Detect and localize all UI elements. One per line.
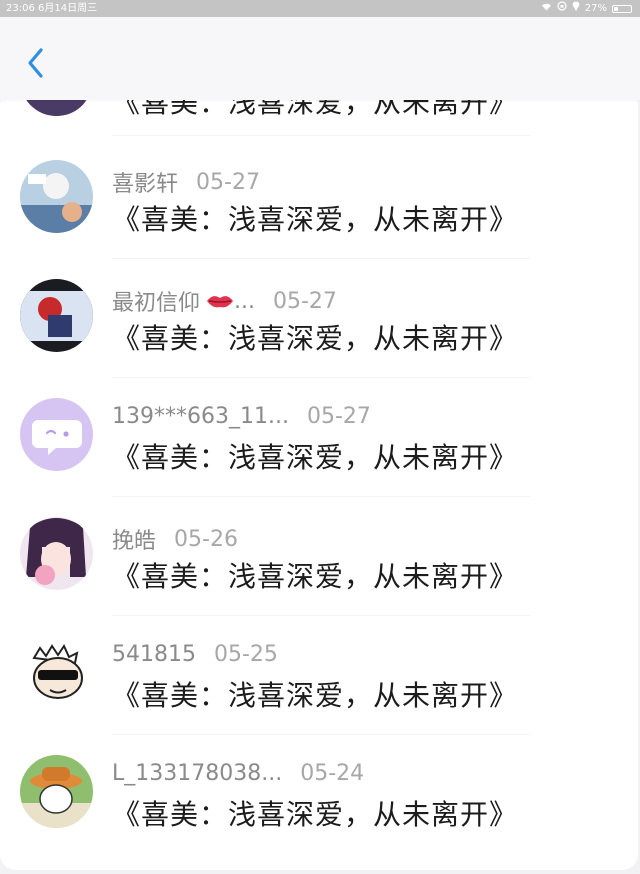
list-item[interactable]: 最初信仰 ... 05-27 《喜美：浅喜深爱，从未离开》 [0,279,640,398]
wifi-icon [541,0,552,17]
comment-text: 《喜美：浅喜深爱，从未离开》 [112,798,519,831]
comment-meta: 最初信仰 ... 05-27 [112,285,337,317]
location-icon [572,0,580,17]
list-item[interactable]: 541815 05-25 《喜美：浅喜深爱，从未离开》 [0,636,640,755]
divider [112,734,530,735]
divider [112,135,530,136]
comment-meta: L_133178038... 05-24 [112,761,364,786]
username[interactable]: 最初信仰 [112,285,200,317]
status-bar: 23:06 6月14日周三 27% [0,0,640,17]
avatar[interactable] [20,160,93,233]
battery-level [614,6,618,11]
comment-date: 05-25 [213,642,278,667]
username[interactable]: 541815 [112,642,196,667]
avatar[interactable] [20,636,93,709]
comment-text: 《喜美：浅喜深爱，从未离开》 [112,560,519,593]
username[interactable]: 139***663_11... [112,404,289,429]
username[interactable]: L_133178038... [112,761,282,786]
comment-text: 《喜美：浅喜深爱，从未离开》 [112,679,519,712]
navigation-bar [0,17,640,100]
list-item[interactable]: 喜影轩 05-27 《喜美：浅喜深爱，从未离开》 [0,160,640,279]
divider [112,496,530,497]
list-item[interactable]: 139***663_11... 05-27 《喜美：浅喜深爱，从未离开》 [0,398,640,517]
avatar[interactable] [20,755,93,828]
battery-percent: 27% [584,3,607,14]
username-ellipsis: ... [234,288,255,314]
lock-rotation-icon [557,0,567,17]
divider [112,615,530,616]
comment-meta: 喜影轩 05-27 [112,166,260,198]
username[interactable]: 挽皓 [112,523,156,555]
comment-date: 05-26 [174,526,238,552]
avatar[interactable] [20,279,93,352]
avatar[interactable] [20,398,93,471]
divider [112,377,530,378]
divider [112,258,530,259]
comment-text: 《喜美：浅喜深爱，从未离开》 [112,203,519,236]
chevron-left-icon [28,48,43,78]
comment-date: 05-27 [273,288,337,314]
back-button[interactable] [18,43,52,83]
list-item[interactable]: 挽皓 05-26 《喜美：浅喜深爱，从未离开》 [0,517,640,636]
comment-meta: 挽皓 05-26 [112,523,238,555]
comment-date: 05-24 [300,761,365,786]
avatar[interactable] [20,517,93,590]
comment-list[interactable]: 《喜美：浅喜深爱，从未离开》 喜影轩 05-27 《喜美：浅喜深爱，从未离开》 [0,43,640,870]
comment-date: 05-27 [196,169,260,195]
status-right-group: 27% [541,0,632,17]
comment-text: 《喜美：浅喜深爱，从未离开》 [112,322,519,355]
comment-meta: 139***663_11... 05-27 [112,404,371,429]
comment-meta: 541815 05-25 [112,642,278,667]
battery-icon [612,4,632,13]
status-time-date: 23:06 6月14日周三 [6,3,98,14]
comment-text: 《喜美：浅喜深爱，从未离开》 [112,441,519,474]
username[interactable]: 喜影轩 [112,166,178,198]
list-item[interactable]: L_133178038... 05-24 《喜美：浅喜深爱，从未离开》 [0,755,640,874]
comment-date: 05-27 [306,404,371,429]
lips-icon [207,296,234,308]
